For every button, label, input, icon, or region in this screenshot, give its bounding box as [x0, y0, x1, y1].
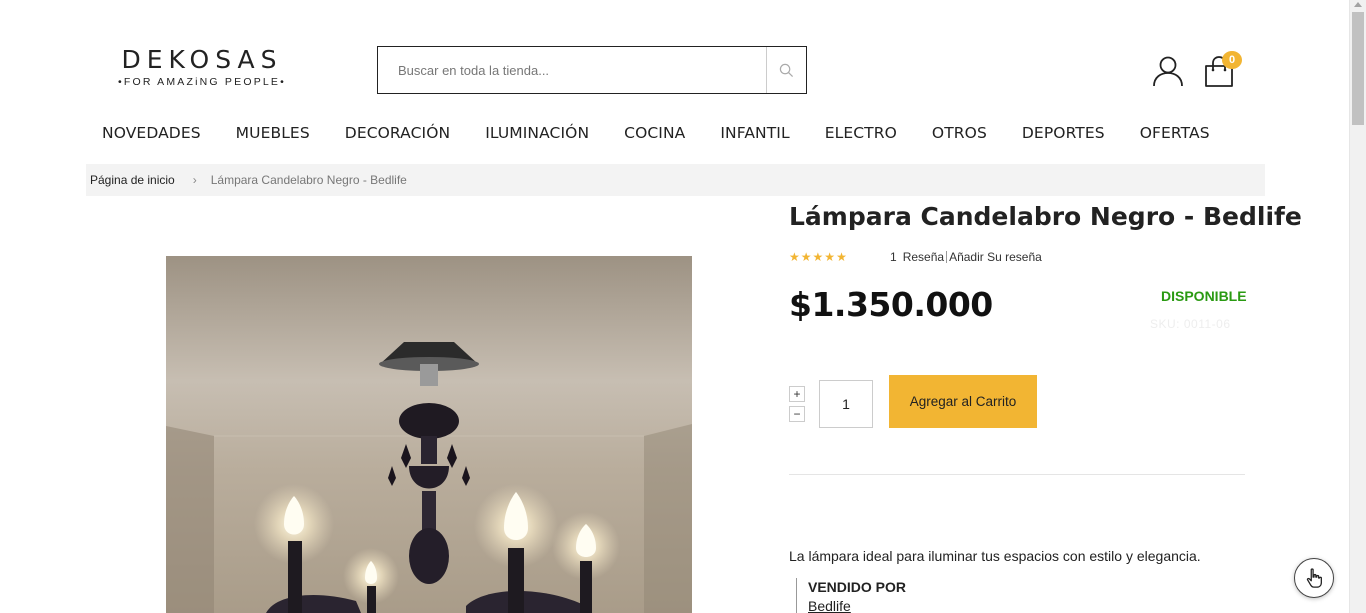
nav-item-iluminacion[interactable]: ILUMINACIÓN — [485, 124, 589, 142]
breadcrumb-current: Lámpara Candelabro Negro - Bedlife — [210, 173, 407, 187]
sold-by-label: VENDIDO POR — [808, 579, 907, 595]
nav-item-electro[interactable]: ELECTRO — [825, 124, 897, 142]
quantity-increase-button[interactable]: + — [789, 386, 805, 402]
product-rating: ★ ★ ★ ★ ★ — [789, 250, 847, 264]
quantity-decrease-button[interactable]: − — [789, 406, 805, 422]
product-image[interactable] — [166, 256, 692, 613]
chandelier-photo — [166, 256, 692, 613]
nav-item-otros[interactable]: OTROS — [932, 124, 987, 142]
search-icon — [779, 63, 794, 77]
scroll-up-arrow-icon[interactable] — [1354, 2, 1362, 7]
account-button[interactable] — [1152, 55, 1184, 87]
add-review-link[interactable]: Añadir Su reseña — [949, 250, 1042, 264]
scrollbar-thumb[interactable] — [1352, 12, 1364, 125]
star-icon: ★ — [812, 250, 824, 264]
pointer-hand-icon — [1306, 568, 1322, 588]
seller-info: VENDIDO POR Bedlife — [796, 578, 906, 613]
nav-item-muebles[interactable]: MUEBLES — [236, 124, 310, 142]
user-icon — [1153, 56, 1183, 87]
star-icon: ★ — [800, 250, 812, 264]
add-to-cart-button[interactable]: Agregar al Carrito — [889, 375, 1037, 428]
nav-item-infantil[interactable]: INFANTIL — [720, 124, 789, 142]
search-input[interactable] — [378, 47, 766, 93]
logo-tagline: •FOR AMAZiNG PEOPLE• — [117, 76, 287, 88]
star-icon: ★ — [836, 250, 847, 264]
search-bar — [377, 46, 807, 94]
divider — [789, 474, 1245, 475]
main-navigation: NOVEDADES MUEBLES DECORACIÓN ILUMINACIÓN… — [102, 124, 1245, 142]
product-short-description: La lámpara ideal para iluminar tus espac… — [789, 548, 1201, 564]
nav-item-deportes[interactable]: DEPORTES — [1022, 124, 1105, 142]
reviews-link[interactable]: Reseña — [903, 250, 944, 264]
review-count: 1 — [890, 250, 897, 264]
stock-status: DISPONIBLE — [1161, 288, 1247, 304]
product-title: Lámpara Candelabro Negro - Bedlife — [789, 202, 1302, 231]
quantity-input[interactable] — [819, 380, 873, 428]
reviews-divider — [946, 251, 948, 263]
star-icon: ★ — [789, 250, 800, 264]
product-price: $1.350.000 — [789, 285, 993, 324]
nav-item-decoracion[interactable]: DECORACIÓN — [345, 124, 450, 142]
reviews-links: 1 Reseña Añadir Su reseña — [890, 250, 1042, 264]
nav-item-cocina[interactable]: COCINA — [624, 124, 685, 142]
seller-link[interactable]: Bedlife — [808, 598, 906, 613]
breadcrumb-separator: › — [192, 173, 197, 187]
breadcrumb-home-link[interactable]: Página de inicio — [90, 173, 175, 187]
star-icon: ★ — [824, 250, 836, 264]
floating-help-button[interactable] — [1294, 558, 1334, 598]
nav-item-ofertas[interactable]: OFERTAS — [1140, 124, 1210, 142]
nav-item-novedades[interactable]: NOVEDADES — [102, 124, 201, 142]
product-sku: SKU: 0011-06 — [1150, 317, 1231, 331]
store-logo[interactable]: DEKOSAS •FOR AMAZiNG PEOPLE• — [112, 45, 292, 89]
cart-count-badge: 0 — [1222, 51, 1242, 69]
breadcrumb: Página de inicio › Lámpara Candelabro Ne… — [86, 164, 1265, 196]
search-button[interactable] — [766, 47, 806, 93]
logo-wordmark: DEKOSAS — [121, 45, 283, 74]
